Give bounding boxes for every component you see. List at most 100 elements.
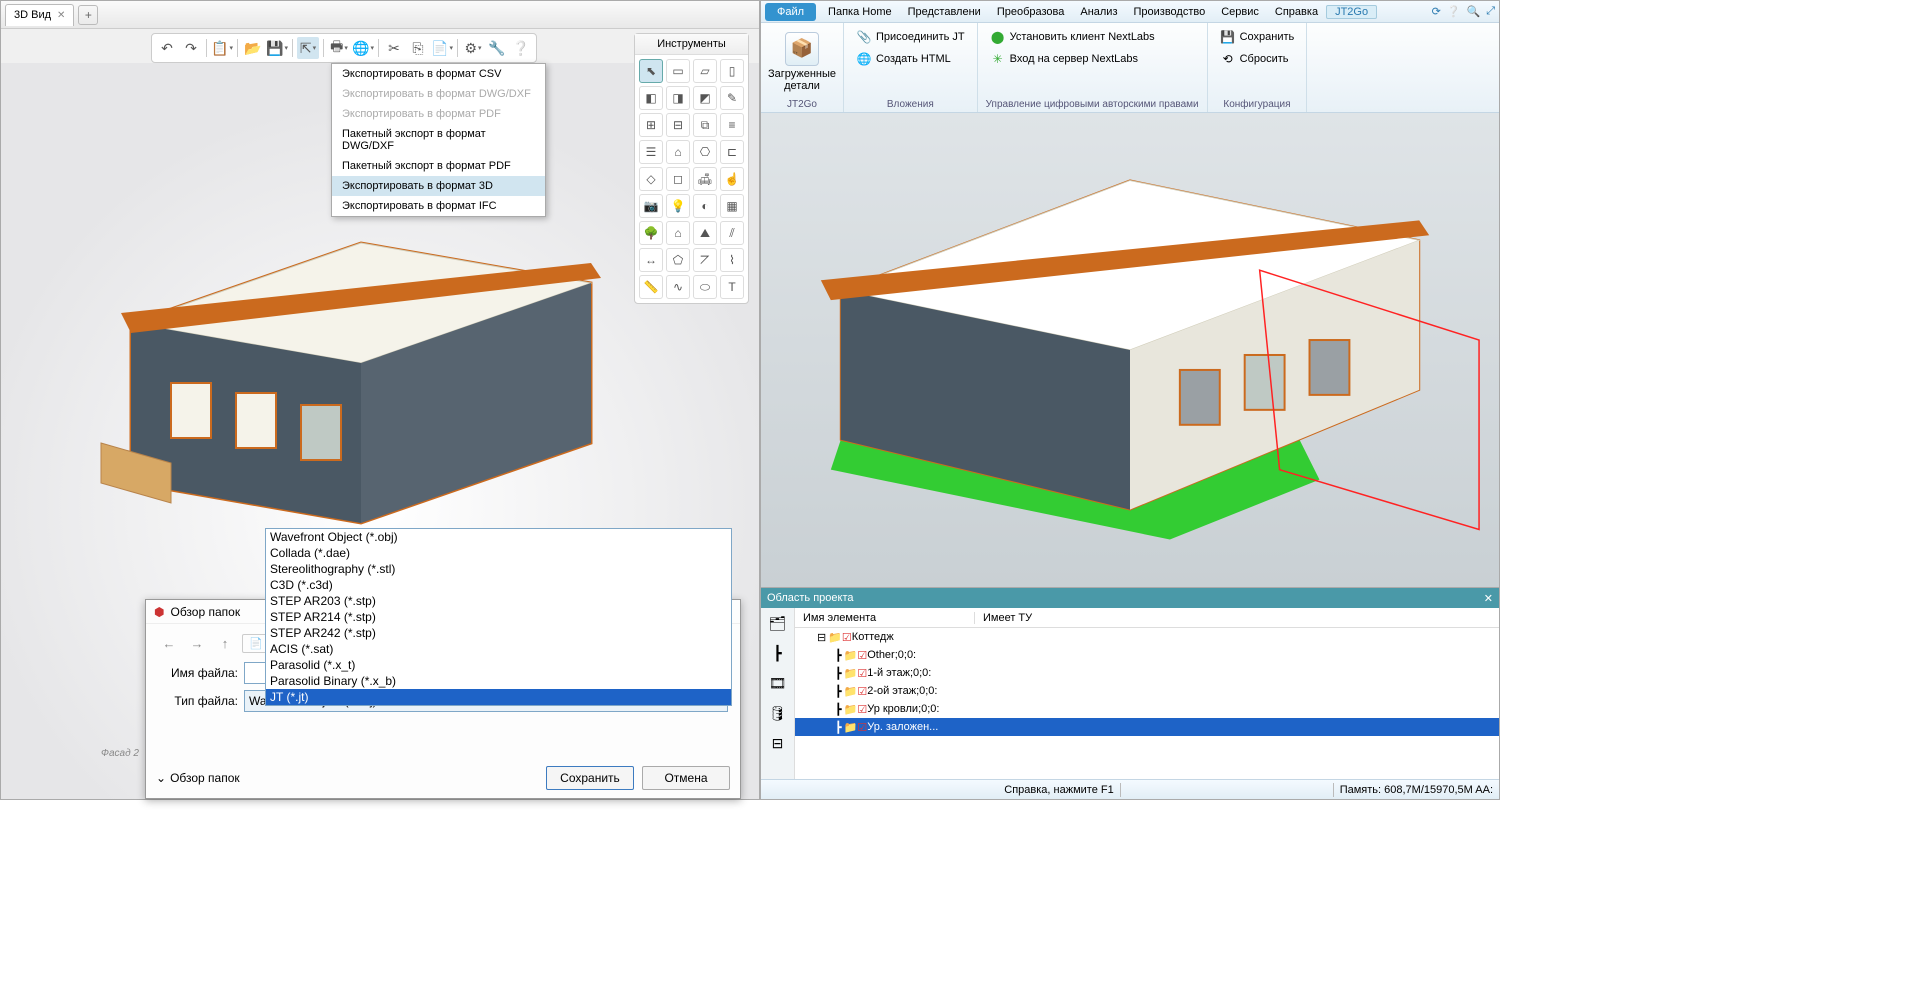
camera-tool-icon[interactable]: 📷 [639,194,663,218]
clipboard-icon[interactable]: 📋 [211,37,233,59]
filetype-option[interactable]: Collada (*.dae) [266,545,731,561]
menu-help[interactable]: Справка [1267,6,1326,18]
filetype-option[interactable]: STEP AR203 (*.stp) [266,593,731,609]
filetype-option[interactable]: Stereolithography (*.stl) [266,561,731,577]
print-icon[interactable]: 🖶 [328,37,350,59]
wrench-icon[interactable]: 🔧 [486,37,508,59]
filetype-option[interactable]: Parasolid Binary (*.x_b) [266,673,731,689]
tree-tool-icon[interactable]: 🌳 [639,221,663,245]
tree-row[interactable]: ┣📁☑Ур кровли;0;0: [795,700,1499,718]
folders-toggle[interactable]: ⌄ Обзор папок [156,771,240,785]
text-tool-icon[interactable]: T [720,275,744,299]
select-tool-icon[interactable]: ⬉ [639,59,663,83]
rect-tool-icon[interactable]: ▯ [720,59,744,83]
dim-tool-icon[interactable]: ↔ [639,248,663,272]
element-tool-icon[interactable]: ◇ [639,167,663,191]
menu-transform[interactable]: Преобразова [989,6,1073,18]
globe-icon[interactable]: 🌐 [352,37,374,59]
tree-row[interactable]: ┣📁☑Other;0;0: [795,646,1499,664]
tree-row[interactable]: ⊟📁☑Коттедж [795,628,1499,646]
filetype-option[interactable]: STEP AR242 (*.stp) [266,625,731,641]
new-tab-button[interactable]: + [78,5,98,25]
checkbox-icon[interactable]: ☑ [842,631,852,644]
export-menu-item[interactable]: Экспортировать в формат CSV [332,64,545,84]
marquee-tool-icon[interactable]: ▭ [666,59,690,83]
box-tool-icon[interactable]: ◻ [666,167,690,191]
export-menu-item[interactable]: Экспортировать в формат IFC [332,196,545,216]
settings-icon[interactable]: ⚙ [462,37,484,59]
export-menu-item[interactable]: Пакетный экспорт в формат PDF [332,156,545,176]
tree-row[interactable]: ┣📁☑2-ой этаж;0;0: [795,682,1499,700]
menu-production[interactable]: Производство [1126,6,1214,18]
copy-icon[interactable]: ⎘ [407,37,429,59]
cursor-tool-icon[interactable]: ☝ [720,167,744,191]
window-tool-icon[interactable]: ⊞ [639,113,663,137]
install-client-button[interactable]: ⬤Установить клиент NextLabs [986,27,1159,47]
hierarchy-icon[interactable]: ┣ [767,642,789,664]
menu-analysis[interactable]: Анализ [1072,6,1125,18]
filetype-option[interactable]: JT (*.jt) [266,689,731,705]
menu-jt2go[interactable]: JT2Go [1326,5,1377,19]
volume-tool-icon[interactable]: ⬠ [666,248,690,272]
light-tool-icon[interactable]: 💡 [666,194,690,218]
project-header[interactable]: Область проекта ✕ [761,588,1499,608]
paste-icon[interactable]: 📄 [431,37,453,59]
door-tool-icon[interactable]: ⊟ [666,113,690,137]
checkbox-icon[interactable]: ☑ [857,649,867,662]
expand-icon[interactable]: ⤢ [1486,5,1495,18]
callout-tool-icon[interactable]: ⬭ [693,275,717,299]
nav-fwd-icon[interactable]: → [186,632,208,654]
tree-row[interactable]: ┣📁☑Ур. заложен... [795,718,1499,736]
nav-back-icon[interactable]: ← [158,632,180,654]
close-icon[interactable]: ✕ [1484,592,1493,605]
terrain-tool-icon[interactable]: ⛰ [693,221,717,245]
material-tool-icon[interactable]: ◐ [693,194,717,218]
layers-icon[interactable]: ⊟ [767,732,789,754]
filetype-option[interactable]: C3D (*.c3d) [266,577,731,593]
save-config-button[interactable]: 💾Сохранить [1216,27,1299,47]
spline-tool-icon[interactable]: ∿ [666,275,690,299]
pipe-tool-icon[interactable]: ⦢ [693,248,717,272]
loaded-parts-button[interactable]: 📦 Загруженные детали [769,30,835,94]
filetype-option[interactable]: ACIS (*.sat) [266,641,731,657]
filetype-option[interactable]: Wavefront Object (*.obj) [266,529,731,545]
export-menu-item[interactable]: Экспортировать в формат 3D [332,176,545,196]
checkbox-icon[interactable]: ☑ [857,721,867,734]
tab-3d-view[interactable]: 3D Вид ✕ [5,4,74,26]
save-button[interactable]: Сохранить [546,766,634,790]
wire-tool-icon[interactable]: ⌇ [720,248,744,272]
tree-row[interactable]: ┣📁☑1-й этаж;0;0: [795,664,1499,682]
road-tool-icon[interactable]: ⫽ [720,221,744,245]
menu-service[interactable]: Сервис [1213,6,1267,18]
line-tool-icon[interactable]: ▱ [693,59,717,83]
help-icon[interactable]: ❔ [510,37,532,59]
open-icon[interactable]: 📂 [242,37,264,59]
cancel-button[interactable]: Отмена [642,766,730,790]
eraser-tool-icon[interactable]: ◧ [639,86,663,110]
reset-config-button[interactable]: ⟲Сбросить [1216,49,1293,69]
menu-file[interactable]: Файл [765,3,816,21]
login-server-button[interactable]: ✳Вход на сервер NextLabs [986,49,1142,69]
checkbox-icon[interactable]: ☑ [857,703,867,716]
layer-tool-icon[interactable]: ≡ [720,113,744,137]
search-icon[interactable]: 🔍 [1466,5,1480,18]
stairs-tool-icon[interactable]: ☰ [639,140,663,164]
filetype-option[interactable]: STEP AR214 (*.stp) [266,609,731,625]
col-tu[interactable]: Имеет ТУ [975,612,1040,624]
nav-up-icon[interactable]: ↑ [214,632,236,654]
undo-icon[interactable]: ↶ [156,37,178,59]
redo-icon[interactable]: ↷ [180,37,202,59]
cut-icon[interactable]: ✂ [383,37,405,59]
create-html-button[interactable]: 🌐Создать HTML [852,49,955,69]
pen-tool-icon[interactable]: ✎ [720,86,744,110]
roof-tool-icon[interactable]: ⌂ [666,140,690,164]
furniture-tool-icon[interactable]: 🛋 [693,167,717,191]
help-icon[interactable]: ❔ [1447,5,1461,18]
col-name[interactable]: Имя элемента [795,612,975,624]
texture-tool-icon[interactable]: ▦ [720,194,744,218]
sync-icon[interactable]: ⟳ [1432,5,1441,18]
export-menu-item[interactable]: Пакетный экспорт в формат DWG/DXF [332,124,545,156]
close-icon[interactable]: ✕ [57,10,65,21]
viewport-3d-right[interactable] [761,113,1499,587]
film-icon[interactable]: 🎞 [767,672,789,694]
